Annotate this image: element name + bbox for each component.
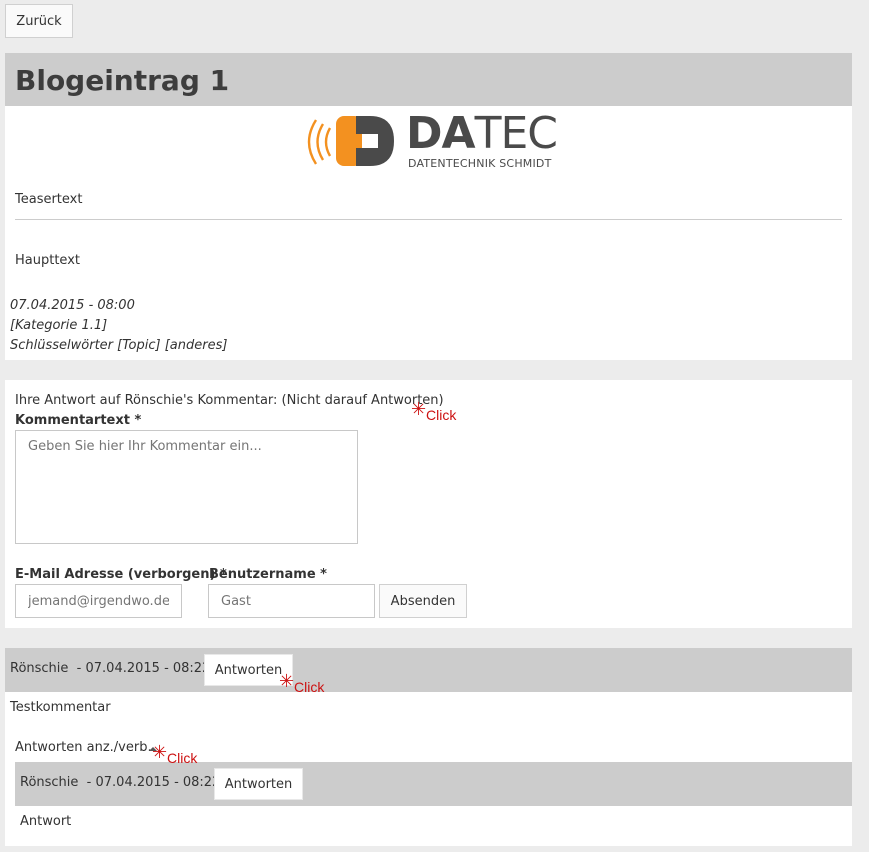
post-title: Blogeintrag 1	[15, 64, 230, 97]
submit-button[interactable]: Absenden	[379, 584, 467, 618]
logo-tagline: DATENTECHNIK SCHMIDT	[408, 157, 552, 170]
logo-wordmark-tec: TEC	[474, 108, 558, 159]
teaser-text: Teasertext	[15, 192, 83, 207]
comment-author-line: Rönschie - 07.04.2015 - 08:22	[10, 661, 211, 676]
back-button[interactable]: Zurück	[5, 4, 73, 38]
post-keywords: Schlüsselwörter [Topic] [anderes]	[10, 338, 228, 353]
click-marker-icon: ✳	[411, 399, 427, 419]
click-marker-icon: ✳	[152, 742, 168, 762]
email-field[interactable]	[15, 584, 182, 618]
main-text: Haupttext	[15, 253, 80, 268]
username-field[interactable]	[208, 584, 375, 618]
reply-reply-button[interactable]: Antworten	[214, 768, 303, 800]
username-label: Benutzername *	[209, 567, 327, 582]
comment-label: Kommentartext *	[15, 413, 142, 428]
email-label: E-Mail Adresse (verborgen) *	[15, 567, 227, 582]
reply-author-line: Rönschie - 07.04.2015 - 08:22	[20, 775, 221, 790]
click-marker-icon: ✳	[279, 671, 295, 691]
click-annotation: Click	[426, 407, 457, 423]
comment-text: Testkommentar	[10, 700, 111, 715]
click-annotation: Click	[294, 679, 325, 695]
comment-textarea[interactable]	[15, 430, 358, 544]
post-date: 07.04.2015 - 08:00	[10, 298, 135, 313]
post-category: [Kategorie 1.1]	[10, 318, 108, 333]
datec-logo: DATEC DATENTECHNIK SCHMIDT	[300, 108, 560, 174]
logo-wordmark: DATEC	[406, 108, 558, 160]
reply-text: Antwort	[20, 814, 72, 829]
logo-wordmark-da: DA	[406, 108, 476, 159]
click-annotation: Click	[167, 750, 198, 766]
toggle-replies-link[interactable]: Antworten anz./verb.	[15, 740, 152, 755]
reply-info[interactable]: Ihre Antwort auf Rönschie's Kommentar: (…	[15, 393, 444, 408]
divider	[15, 219, 842, 220]
